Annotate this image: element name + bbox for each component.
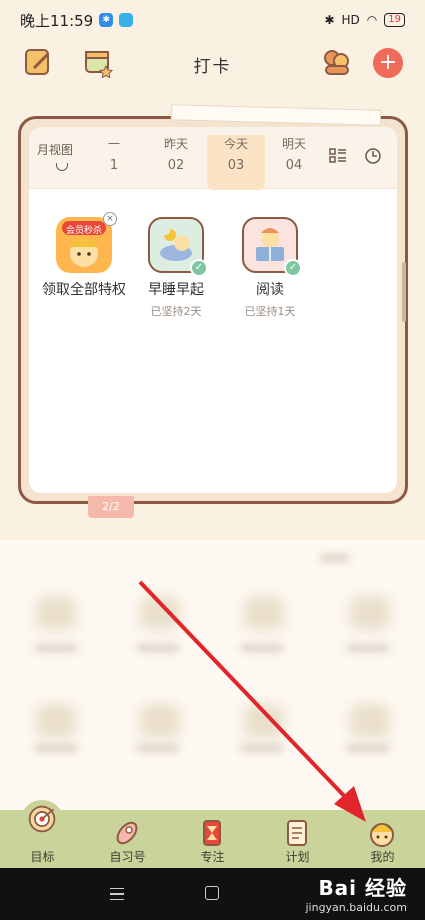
month-view-toggle[interactable]: 月视图	[37, 141, 73, 158]
tab-profile[interactable]: 我的	[340, 810, 425, 868]
blurred-content	[0, 540, 425, 810]
chevron-down-icon[interactable]	[56, 163, 68, 171]
network-label: HD	[341, 13, 360, 27]
habit-streak: 已坚持2天	[150, 305, 202, 318]
habit-item[interactable]: ✓ 早睡早起 已坚持2天	[131, 217, 221, 319]
day-date: 04	[285, 158, 303, 173]
promo-badge: 会员秒杀	[65, 226, 102, 236]
hourglass-icon	[203, 820, 221, 846]
friends-icon[interactable]	[320, 46, 352, 78]
tab-label: 我的	[370, 850, 395, 864]
member-promo-icon: 会员秒杀 ×	[56, 212, 117, 273]
notebook-page: 月视图 一 1 昨天 02 今天 03 明天 04 会员秒杀 × 领取全部特权 …	[29, 127, 397, 493]
watermark: Bai 经验 jingyan.baidu.com	[305, 872, 407, 914]
page-indicator: 2/2	[88, 496, 134, 518]
reading-icon: ✓	[242, 217, 302, 277]
watermark-url: jingyan.baidu.com	[305, 901, 407, 914]
paper-edge	[170, 104, 382, 126]
home-icon[interactable]	[205, 886, 219, 900]
day-date: 03	[227, 158, 245, 173]
sleep-icon: ✓	[148, 217, 208, 277]
habit-item[interactable]: 会员秒杀 × 领取全部特权	[39, 212, 129, 299]
tab-focus[interactable]: 专注	[170, 810, 255, 868]
notes-icon	[287, 820, 307, 846]
day-item[interactable]: 一 1	[85, 135, 143, 173]
header: 打卡 +	[0, 46, 425, 82]
scrollbar[interactable]	[402, 262, 406, 322]
day-item[interactable]: 明天 04	[265, 135, 323, 173]
tab-label: 专注	[200, 850, 225, 864]
status-bar: 晚上11:59 ✱ ✱ HD ◠ 19	[0, 0, 425, 40]
day-weekday: 一	[107, 137, 120, 151]
close-icon[interactable]: ×	[103, 212, 117, 226]
status-time: 晚上11:59	[20, 11, 94, 30]
tab-target[interactable]: 目标	[0, 805, 85, 868]
day-item-selected[interactable]: 今天 03	[207, 135, 265, 190]
checked-icon: ✓	[190, 259, 208, 277]
bluetooth-icon: ✱	[324, 13, 335, 27]
rocket-icon	[116, 821, 138, 845]
day-weekday: 明天	[281, 137, 306, 151]
battery-indicator: 19	[384, 13, 405, 27]
checked-icon: ✓	[284, 259, 302, 277]
avatar-icon	[370, 823, 394, 847]
day-weekday: 今天	[223, 137, 248, 151]
habit-streak: 已坚持1天	[244, 305, 296, 318]
habit-name: 领取全部特权	[42, 282, 126, 298]
day-date: 1	[109, 158, 119, 173]
tab-label: 计划	[285, 850, 310, 864]
add-habit-button[interactable]: +	[373, 48, 403, 78]
day-date: 02	[167, 158, 185, 173]
tab-label: 目标	[30, 850, 55, 864]
habit-name: 早睡早起	[148, 282, 204, 298]
checkin-notebook: 月视图 一 1 昨天 02 今天 03 明天 04 会员秒杀 × 领取全部特权 …	[18, 104, 408, 504]
day-weekday: 昨天	[163, 137, 188, 151]
day-item[interactable]: 昨天 02	[147, 135, 205, 173]
habit-name: 阅读	[256, 282, 284, 298]
wifi-icon: ◠	[366, 13, 378, 27]
habit-item[interactable]: ✓ 阅读 已坚持1天	[225, 217, 315, 319]
list-view-icon[interactable]	[329, 147, 347, 165]
tab-label: 自习号	[109, 850, 146, 864]
tab-plan[interactable]: 计划	[255, 810, 340, 868]
app-notification-icon: ✱	[99, 13, 114, 27]
app-notification-icon-2	[119, 13, 134, 27]
bottom-tab-bar: 目标 自习号 专注 计划 我的	[0, 805, 425, 868]
tab-study-room[interactable]: 自习号	[85, 810, 170, 868]
target-icon	[28, 805, 56, 833]
page-title: 打卡	[193, 57, 232, 77]
date-bar: 月视图 一 1 昨天 02 今天 03 明天 04	[29, 127, 397, 190]
watermark-title: Bai 经验	[318, 876, 407, 900]
clock-icon[interactable]	[364, 147, 382, 165]
menu-icon[interactable]	[110, 888, 124, 900]
